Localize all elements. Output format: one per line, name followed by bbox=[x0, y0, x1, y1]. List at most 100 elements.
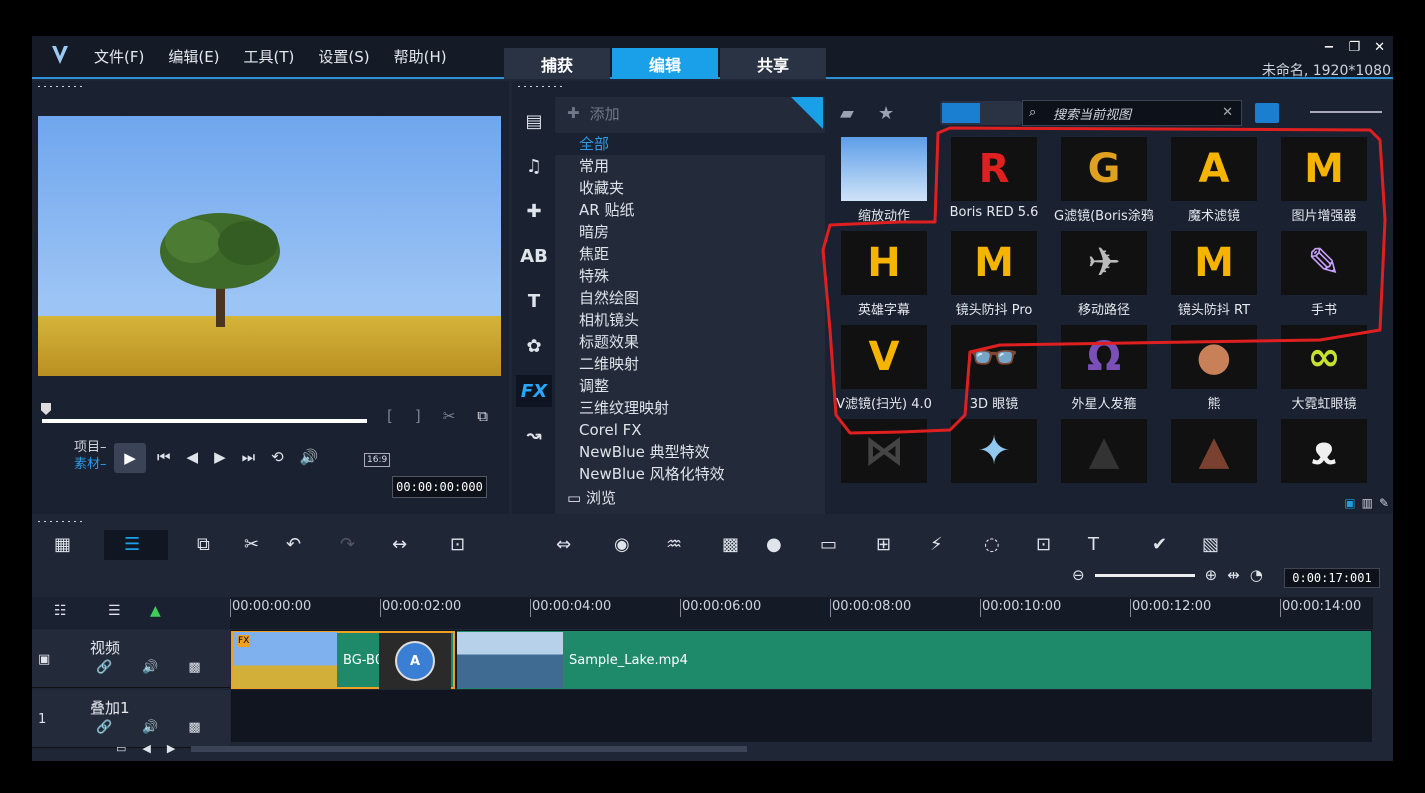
category-item[interactable]: 相机镜头 bbox=[555, 309, 825, 331]
color-grading-icon[interactable]: ◉ bbox=[614, 534, 630, 555]
list-view-icon[interactable]: ▥ bbox=[1362, 496, 1373, 510]
scissors-icon[interactable]: ✂ bbox=[443, 407, 456, 425]
instant-project-icon[interactable]: ✚ bbox=[516, 189, 552, 234]
category-item[interactable]: 调整 bbox=[555, 375, 825, 397]
view-toggle[interactable] bbox=[940, 101, 1022, 125]
scroll-right-icon[interactable]: ▶ bbox=[167, 742, 175, 755]
effect-thumbnail[interactable]: A 魔术滤镜 bbox=[1164, 137, 1264, 227]
clip-sample-lake[interactable]: Sample_Lake.mp4 bbox=[457, 631, 1371, 689]
effect-thumbnail[interactable]: ✎ 手书 bbox=[1274, 231, 1374, 321]
clip-mode-label[interactable]: 素材– bbox=[74, 456, 107, 473]
restore-button[interactable]: ❐ bbox=[1348, 40, 1360, 55]
repeat-icon[interactable]: ⟲ bbox=[271, 448, 284, 466]
category-item[interactable]: 标题效果 bbox=[555, 331, 825, 353]
tab-edit[interactable]: 编辑 bbox=[612, 48, 718, 79]
menu-tools[interactable]: 工具(T) bbox=[244, 46, 295, 67]
zoom-slider[interactable] bbox=[1094, 573, 1195, 577]
effect-thumbnail[interactable]: G G滤镜(Boris涂鸦... bbox=[1054, 137, 1154, 227]
category-item[interactable]: NewBlue 风格化特效 bbox=[555, 463, 825, 485]
category-item[interactable]: NewBlue 典型特效 bbox=[555, 441, 825, 463]
track-grid-icon[interactable]: ▩ bbox=[188, 660, 200, 675]
menu-help[interactable]: 帮助(H) bbox=[394, 46, 447, 67]
category-item[interactable]: Corel FX bbox=[555, 419, 825, 441]
library-grip[interactable] bbox=[516, 85, 562, 88]
motion-tracking-icon[interactable]: ⚡ bbox=[930, 534, 943, 555]
effect-toggle-icon[interactable]: ✔ bbox=[1152, 534, 1167, 555]
category-item[interactable]: 收藏夹 bbox=[555, 177, 825, 199]
tab-share[interactable]: 共享 bbox=[720, 48, 826, 79]
storyboard-view-icon[interactable]: ▦ bbox=[54, 534, 71, 555]
add-folder-row[interactable]: ✚ 添加 bbox=[555, 97, 825, 129]
effect-thumbnail[interactable]: ✈ 移动路径 bbox=[1054, 231, 1154, 321]
fit-project-icon[interactable]: ↔ bbox=[392, 534, 407, 555]
subtitle-icon[interactable]: ▭ bbox=[820, 534, 837, 555]
timeline-view-icon[interactable]: ☰ bbox=[124, 534, 140, 555]
favorite-add-icon[interactable]: ★ bbox=[878, 103, 894, 124]
graphics-icon[interactable]: ✿ bbox=[516, 324, 552, 369]
category-item[interactable]: 暗房 bbox=[555, 221, 825, 243]
undo-icon[interactable]: ↶ bbox=[286, 534, 301, 555]
add-remove-chapter-icon[interactable]: ☰ bbox=[108, 603, 121, 619]
split-screen-icon[interactable]: ⊞ bbox=[876, 534, 891, 555]
media-icon[interactable]: ▤ bbox=[516, 99, 552, 144]
timeline-grip[interactable] bbox=[36, 520, 82, 523]
preview-timecode[interactable]: 00:00:00:000 bbox=[392, 476, 487, 498]
thumbnail-size-slider[interactable] bbox=[1310, 111, 1382, 113]
clear-search-icon[interactable]: ✕ bbox=[1222, 105, 1233, 120]
track-add-icon[interactable]: ▭ bbox=[116, 742, 126, 755]
audio-wave-icon[interactable]: ♒ bbox=[666, 534, 682, 555]
clip-bg[interactable]: FX BG-B0 A bbox=[231, 631, 455, 689]
timeline-timecode[interactable]: 0:00:17:001 bbox=[1284, 568, 1380, 588]
zoom-in-icon[interactable]: ⊕ bbox=[1205, 566, 1218, 584]
effect-thumbnail[interactable]: ∞ 大霓虹眼镜 bbox=[1274, 325, 1374, 415]
menu-edit[interactable]: 编辑(E) bbox=[168, 46, 219, 67]
title-3d-icon[interactable]: T bbox=[1088, 534, 1099, 555]
transition-icon[interactable]: AB bbox=[516, 234, 552, 279]
fx-icon[interactable]: FX bbox=[516, 375, 552, 407]
time-remap-icon[interactable]: ◌ bbox=[984, 534, 1000, 555]
redo-icon[interactable]: ↷ bbox=[340, 534, 355, 555]
track-volume-icon[interactable]: 🔊 bbox=[142, 720, 158, 735]
fit-timeline-icon[interactable]: ⇹ bbox=[1227, 566, 1240, 584]
track-grid-icon[interactable]: ▩ bbox=[188, 720, 200, 735]
track-volume-icon[interactable]: 🔊 bbox=[142, 660, 158, 675]
edit-icon[interactable]: ✎ bbox=[1379, 496, 1389, 510]
transition-thumb[interactable]: A bbox=[379, 633, 451, 689]
record-screen-icon[interactable]: ⊡ bbox=[450, 534, 465, 555]
scrub-handle[interactable] bbox=[41, 403, 51, 415]
link-icon[interactable]: 🔗 bbox=[96, 660, 112, 675]
category-item[interactable]: 特殊 bbox=[555, 265, 825, 287]
music-icon[interactable]: ♫ bbox=[516, 144, 552, 189]
tab-capture[interactable]: 捕获 bbox=[504, 48, 610, 79]
import-folder-icon[interactable]: ▰ bbox=[840, 103, 854, 124]
timeline-ruler[interactable]: 00:00:00:00 00:00:02:00 00:00:04:00 00:0… bbox=[230, 597, 1373, 629]
close-button[interactable]: ✕ bbox=[1374, 40, 1385, 55]
audio-filter-icon[interactable] bbox=[982, 103, 1020, 123]
panel-grip[interactable] bbox=[36, 85, 82, 88]
effect-thumbnail[interactable]: 缩放动作 bbox=[834, 137, 934, 227]
effect-thumbnail[interactable]: M 镜头防抖 Pro bbox=[944, 231, 1044, 321]
effect-thumbnail[interactable]: M 镜头防抖 RT bbox=[1164, 231, 1264, 321]
pan-zoom-icon[interactable]: ⇔ bbox=[556, 534, 571, 555]
category-item[interactable]: 常用 bbox=[555, 155, 825, 177]
mask-icon[interactable]: ● bbox=[766, 534, 782, 555]
effect-thumbnail[interactable]: V V滤镜(扫光) 4.0 bbox=[834, 325, 934, 415]
smart-tools-icon[interactable]: ✂ bbox=[244, 534, 259, 555]
effect-thumbnail[interactable]: H 英雄字幕 bbox=[834, 231, 934, 321]
mark-in-icon[interactable]: [ bbox=[387, 407, 393, 425]
title-icon[interactable]: T bbox=[516, 279, 552, 324]
project-mode-label[interactable]: 项目– bbox=[74, 439, 107, 456]
multi-camera-icon[interactable]: ▩ bbox=[722, 534, 739, 555]
aspect-ratio-selector[interactable]: 16:9 bbox=[364, 453, 391, 467]
effect-thumbnail[interactable]: ● 熊 bbox=[1164, 325, 1264, 415]
overlay-track-icon[interactable]: 1 bbox=[38, 712, 46, 727]
search-input[interactable]: ⌕ 搜索当前视图 ✕ bbox=[1022, 100, 1242, 126]
effect-thumbnail[interactable]: R Boris RED 5.6 bbox=[944, 137, 1044, 227]
effect-thumbnail[interactable]: M 图片增强器 bbox=[1274, 137, 1374, 227]
category-item[interactable]: 自然绘图 bbox=[555, 287, 825, 309]
add-tracks-icon[interactable]: ⧉ bbox=[197, 534, 210, 555]
category-item[interactable]: 三维纹理映射 bbox=[555, 397, 825, 419]
menu-file[interactable]: 文件(F) bbox=[94, 46, 144, 67]
mark-out-icon[interactable]: ] bbox=[415, 407, 421, 425]
minimize-button[interactable]: − bbox=[1324, 40, 1335, 55]
